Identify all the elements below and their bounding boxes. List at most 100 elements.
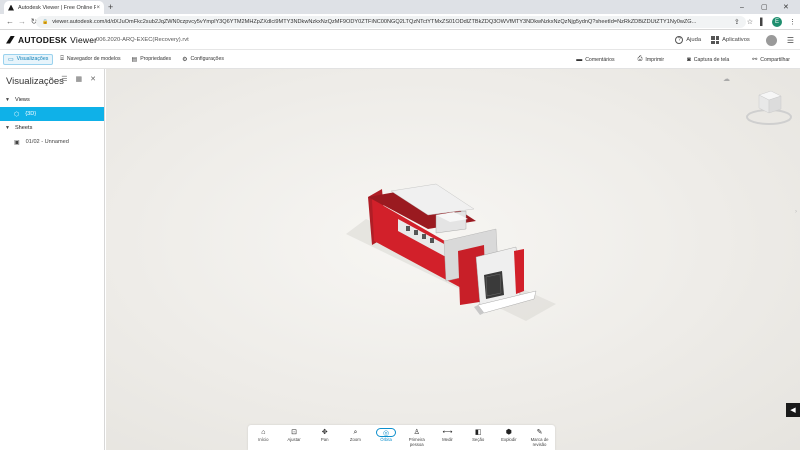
explode-icon: ⬢ xyxy=(505,429,512,436)
feedback-megaphone-icon[interactable]: ◀ xyxy=(786,403,800,417)
window-minimize-button[interactable]: – xyxy=(740,0,744,14)
apps-label: Aplicativos xyxy=(722,37,750,43)
browser-tab-bar: Autodesk Viewer | Free Online F × + – ▢ … xyxy=(0,0,800,14)
share-label: Compartilhar xyxy=(760,56,790,63)
viewer-toolbar: ▭ Visualizações ⌸ Navegador de modelos ▤… xyxy=(0,50,800,69)
explode-button[interactable]: ⬢ Explodir xyxy=(495,428,523,442)
user-avatar[interactable] xyxy=(765,34,777,46)
list-view-icon[interactable]: ☰ xyxy=(61,75,67,83)
model-browser-label: Navegador de modelos xyxy=(66,56,121,62)
pan-icon: ✥ xyxy=(321,429,328,436)
markup-label: Marca de revisão xyxy=(530,437,549,447)
views-section-header[interactable]: ▼ Views xyxy=(0,93,104,107)
first-person-label: Primeira pessoa xyxy=(408,437,425,447)
views-tab[interactable]: ▭ Visualizações xyxy=(3,53,54,65)
properties-label: Propriedades xyxy=(140,56,172,62)
section-button[interactable]: ◧ Seção xyxy=(464,428,492,442)
navigation-toolbar: ⌂ Início ⊡ Ajustar ✥ Pan ⌕ Zoom ◎ Órbita… xyxy=(248,425,555,450)
viewcube[interactable] xyxy=(744,83,794,129)
share-button[interactable]: ⚯ Compartilhar xyxy=(748,54,794,65)
model-browser-tab[interactable]: ⌸ Navegador de modelos xyxy=(56,54,124,65)
orbit-icon: ◎ xyxy=(376,428,397,437)
help-label: Ajuda xyxy=(686,37,702,43)
window-maximize-button[interactable]: ▢ xyxy=(761,0,768,14)
views-panel: Visualizações ☰ ▦ ✕ ▼ Views ⬡ {3D} ▼ She… xyxy=(0,69,105,450)
comments-label: Comentários xyxy=(585,56,615,63)
first-person-icon: ♙ xyxy=(413,429,420,436)
orbit-button[interactable]: ◎ Órbita xyxy=(372,428,400,442)
measure-button[interactable]: ⟷ Medir xyxy=(433,428,461,442)
zoom-label: Zoom xyxy=(349,437,361,442)
lock-icon: 🔒 xyxy=(42,19,49,25)
forward-arrow-icon[interactable]: → xyxy=(16,17,28,26)
markup-button[interactable]: ✎ Marca de revisão xyxy=(526,428,554,447)
pan-label: Pan xyxy=(320,437,329,442)
sheets-section-header[interactable]: ▼ Sheets xyxy=(0,121,104,135)
fit-button[interactable]: ⊡ Ajustar xyxy=(280,428,308,442)
orbit-label: Órbita xyxy=(380,437,392,442)
settings-label: Configurações xyxy=(190,56,224,62)
url-text: viewer.autodesk.com/id/dXJuOmFkc2sub2JqZ… xyxy=(52,19,697,25)
building-model[interactable] xyxy=(106,69,800,450)
gear-icon: ⚙ xyxy=(182,56,188,63)
home-icon: ⌂ xyxy=(261,429,266,436)
brand-name: AUTODESK xyxy=(18,34,68,45)
new-tab-button[interactable]: + xyxy=(108,1,113,13)
section-icon: ◧ xyxy=(474,429,482,436)
panel-close-icon[interactable]: ✕ xyxy=(90,75,96,83)
view-item-label: {3D} xyxy=(25,111,37,117)
camera-icon: ◙ xyxy=(687,56,691,63)
cloud-icon[interactable]: ☁ xyxy=(723,75,730,83)
sheet-item[interactable]: ▣ 01/02 - Unnamed xyxy=(0,135,104,149)
section-label: Seção xyxy=(472,437,485,442)
caret-down-icon: ▼ xyxy=(5,97,10,103)
screenshot-button[interactable]: ◙ Captura de tela xyxy=(683,54,733,65)
zoom-button[interactable]: ⌕ Zoom xyxy=(341,428,369,442)
first-person-button[interactable]: ♙ Primeira pessoa xyxy=(403,428,431,447)
autodesk-logo[interactable]: AUTODESK Viewer xyxy=(6,35,97,45)
apps-grid-icon xyxy=(711,36,720,44)
markup-icon: ✎ xyxy=(536,429,543,436)
autodesk-favicon-icon xyxy=(8,4,14,11)
file-name: 006.2020-ARQ-EXEC(Recovery).rvt xyxy=(96,36,189,43)
side-panel-icon[interactable]: ▌ xyxy=(760,19,765,26)
views-icon: ▭ xyxy=(8,56,14,63)
comments-button[interactable]: ▬ Comentários xyxy=(572,54,618,65)
cube-icon: ⬡ xyxy=(14,111,20,118)
bookmark-star-icon[interactable]: ☆ xyxy=(747,18,753,26)
properties-tab[interactable]: ▤ Propriedades xyxy=(128,54,176,65)
browser-tab-title: Autodesk Viewer | Free Online F xyxy=(18,4,97,11)
zoom-icon: ⌕ xyxy=(353,429,358,436)
grid-view-icon[interactable]: ▦ xyxy=(76,75,83,83)
3d-viewport[interactable]: ☁ › ◀ xyxy=(106,69,800,450)
settings-tab[interactable]: ⚙ Configurações xyxy=(178,54,228,65)
profile-avatar[interactable]: E xyxy=(772,17,782,27)
home-button[interactable]: ⌂ Início xyxy=(249,428,277,442)
browser-tab[interactable]: Autodesk Viewer | Free Online F × xyxy=(4,1,104,14)
fit-icon: ⊡ xyxy=(291,429,297,436)
home-label: Início xyxy=(258,437,269,442)
sheets-section-label: Sheets xyxy=(14,125,33,131)
view-item-3d[interactable]: ⬡ {3D} xyxy=(0,107,104,121)
views-section-label: Views xyxy=(14,97,30,103)
browser-menu-icon[interactable]: ⋮ xyxy=(789,18,796,26)
print-button[interactable]: ⎙ Imprimir xyxy=(634,54,669,65)
panel-title: Visualizações xyxy=(6,75,64,87)
brand-suffix: Viewer xyxy=(70,34,98,45)
back-arrow-icon[interactable]: ← xyxy=(4,17,16,26)
share-page-icon[interactable]: ⇪ xyxy=(734,18,740,26)
help-button[interactable]: ? Ajuda xyxy=(675,36,701,44)
apps-button[interactable]: Aplicativos xyxy=(711,36,750,44)
model-browser-icon: ⌸ xyxy=(60,55,64,62)
screenshot-label: Captura de tela xyxy=(693,56,730,63)
pan-button[interactable]: ✥ Pan xyxy=(311,428,339,442)
expand-right-icon[interactable]: › xyxy=(795,209,797,215)
app-header: AUTODESK Viewer 006.2020-ARQ-EXEC(Recove… xyxy=(0,30,800,50)
app-menu-icon[interactable]: ☰ xyxy=(787,36,794,45)
properties-icon: ▤ xyxy=(131,56,138,63)
fit-label: Ajustar xyxy=(287,437,301,442)
sheet-item-label: 01/02 - Unnamed xyxy=(25,139,69,145)
window-close-button[interactable]: ✕ xyxy=(783,0,789,14)
url-input[interactable]: 🔒 viewer.autodesk.com/id/dXJuOmFkc2sub2J… xyxy=(36,16,746,28)
tab-close-icon[interactable]: × xyxy=(96,5,100,11)
